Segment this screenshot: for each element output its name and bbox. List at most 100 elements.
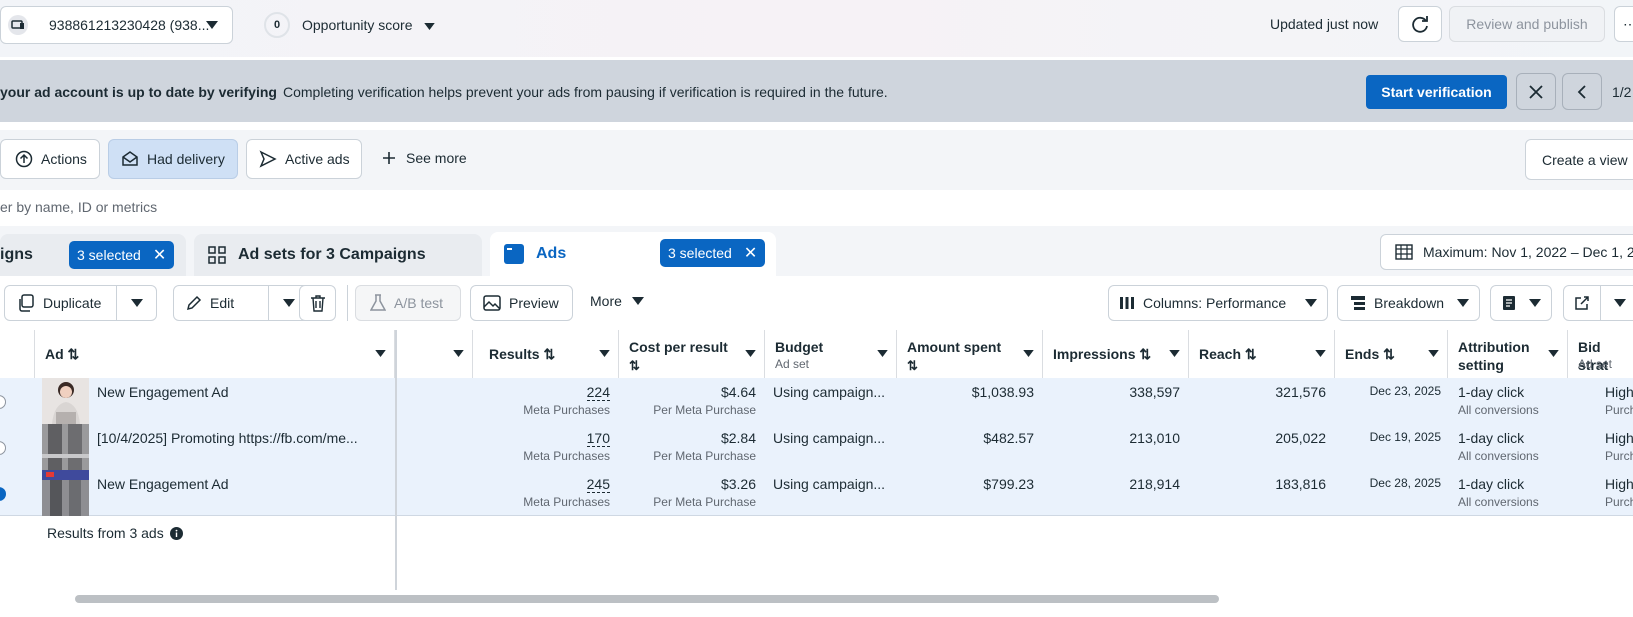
cost-cell: $3.26 Per Meta Purchase bbox=[619, 476, 756, 509]
more-options-button[interactable]: ⋯ bbox=[1614, 6, 1633, 42]
create-view-button[interactable]: Create a view bbox=[1525, 139, 1633, 180]
column-header-budget[interactable]: Budget Ad set bbox=[765, 330, 897, 378]
chevron-down-icon[interactable] bbox=[1315, 350, 1326, 357]
ad-name[interactable]: New Engagement Ad bbox=[97, 384, 229, 400]
tab-campaigns[interactable]: igns 3 selected ✕ bbox=[0, 234, 186, 276]
export-dropdown-button[interactable] bbox=[1600, 285, 1633, 321]
campaigns-selected-chip[interactable]: 3 selected ✕ bbox=[69, 241, 175, 269]
see-more-button[interactable]: See more bbox=[382, 150, 467, 166]
cost-sort-icon[interactable]: ⇅ bbox=[629, 357, 640, 375]
results-footer-label: Results from 3 ads bbox=[47, 525, 164, 541]
column-header-ends[interactable]: Ends ⇅ bbox=[1335, 330, 1448, 378]
duplicate-button[interactable]: Duplicate bbox=[4, 285, 117, 321]
row-select-radio[interactable] bbox=[0, 441, 6, 455]
ad-name[interactable]: [10/4/2025] Promoting https://fb.com/me.… bbox=[97, 430, 358, 446]
column-header-results[interactable]: Results ⇅ bbox=[473, 330, 619, 378]
tab-adsets[interactable]: Ad sets for 3 Campaigns bbox=[194, 234, 482, 276]
export-icon bbox=[1574, 295, 1590, 311]
column-header-ad[interactable]: Ad ⇅ bbox=[35, 330, 395, 378]
close-icon bbox=[1529, 84, 1543, 99]
results-header-label: Results ⇅ bbox=[489, 346, 556, 362]
results-cell: 170 Meta Purchases bbox=[473, 430, 610, 463]
table-row[interactable]: New Engagement Ad 224 Meta Purchases $4.6… bbox=[0, 378, 1633, 424]
chevron-down-icon[interactable] bbox=[877, 350, 888, 357]
chevron-down-icon[interactable] bbox=[1023, 350, 1034, 357]
reports-button[interactable] bbox=[1490, 285, 1552, 321]
column-header-attribution[interactable]: Attribution setting bbox=[1448, 330, 1568, 378]
chevron-down-icon[interactable] bbox=[1548, 350, 1559, 357]
export-button[interactable] bbox=[1563, 285, 1601, 321]
chevron-down-icon[interactable] bbox=[1169, 350, 1180, 357]
chevron-down-icon bbox=[1614, 299, 1626, 307]
send-icon bbox=[259, 150, 277, 168]
chevron-down-icon[interactable] bbox=[1428, 350, 1439, 357]
horizontal-scrollbar[interactable] bbox=[75, 595, 1219, 603]
ads-selected-chip[interactable]: 3 selected ✕ bbox=[660, 239, 766, 267]
results-footer: Results from 3 ads bbox=[47, 525, 183, 541]
bid-header-sub: Ad set bbox=[1578, 357, 1613, 371]
chevron-down-icon bbox=[1529, 299, 1541, 307]
more-actions-button[interactable]: More bbox=[590, 293, 644, 309]
column-header-impressions[interactable]: Impressions ⇅ bbox=[1043, 330, 1189, 378]
search-input[interactable]: er by name, ID or metrics bbox=[0, 199, 157, 215]
table-row[interactable]: [10/4/2025] Promoting https://fb.com/me.… bbox=[0, 424, 1633, 470]
start-verification-button[interactable]: Start verification bbox=[1366, 75, 1507, 109]
refresh-button[interactable] bbox=[1398, 6, 1442, 42]
top-bar bbox=[0, 0, 1633, 57]
results-value[interactable]: 170 bbox=[586, 430, 610, 447]
breakdown-button[interactable]: Breakdown bbox=[1337, 285, 1480, 321]
banner-close-button[interactable] bbox=[1516, 73, 1556, 110]
row-select-radio[interactable] bbox=[0, 395, 6, 409]
info-icon[interactable] bbox=[169, 526, 183, 540]
attribution-header-label-1: Attribution bbox=[1458, 339, 1530, 355]
amount-sort-icon[interactable]: ⇅ bbox=[907, 357, 918, 375]
ab-test-button[interactable]: A/B test bbox=[355, 285, 461, 321]
date-range-label: Maximum: Nov 1, 2022 – Dec 1, 20 bbox=[1423, 244, 1633, 260]
cost-header-label: Cost per result bbox=[629, 339, 728, 355]
column-header-cost-per-result[interactable]: Cost per result ⇅ bbox=[619, 330, 765, 378]
attribution-sub: All conversions bbox=[1458, 495, 1539, 509]
tab-ads[interactable]: Ads 3 selected ✕ bbox=[490, 232, 776, 276]
chevron-down-icon[interactable] bbox=[375, 350, 386, 357]
date-range-picker[interactable]: Maximum: Nov 1, 2022 – Dec 1, 20 bbox=[1380, 234, 1633, 270]
chevron-down-icon[interactable] bbox=[453, 350, 464, 357]
flask-icon bbox=[370, 294, 386, 312]
column-header-reach[interactable]: Reach ⇅ bbox=[1189, 330, 1335, 378]
column-header-hidden[interactable] bbox=[397, 330, 473, 378]
attribution-value: 1-day click bbox=[1458, 476, 1525, 492]
clear-selection-icon[interactable]: ✕ bbox=[744, 243, 757, 263]
chevron-down-icon[interactable] bbox=[745, 350, 756, 357]
column-header-bid-strategy[interactable]: Bid strat Ad set bbox=[1568, 330, 1633, 378]
delete-button[interactable] bbox=[299, 285, 336, 321]
preview-button[interactable]: Preview bbox=[470, 285, 573, 321]
duplicate-dropdown-button[interactable] bbox=[116, 285, 157, 321]
attribution-sub: All conversions bbox=[1458, 449, 1539, 463]
account-selector[interactable]: 938861213230428 (938... bbox=[0, 6, 233, 44]
cost-sub: Per Meta Purchase bbox=[653, 403, 756, 417]
plus-icon bbox=[382, 151, 396, 165]
ad-thumbnail[interactable] bbox=[42, 470, 89, 516]
ad-header-label: Ad ⇅ bbox=[45, 346, 80, 362]
active-ads-filter-button[interactable]: Active ads bbox=[246, 139, 362, 179]
table-row[interactable]: New Engagement Ad 245 Meta Purchases $3.2… bbox=[0, 470, 1633, 516]
actions-filter-button[interactable]: Actions bbox=[0, 139, 100, 179]
ad-thumbnail[interactable] bbox=[42, 378, 89, 424]
column-header-amount-spent[interactable]: Amount spent ⇅ bbox=[897, 330, 1043, 378]
opportunity-score-dropdown[interactable]: Opportunity score bbox=[302, 17, 436, 33]
results-value[interactable]: 245 bbox=[586, 476, 610, 493]
ad-thumbnail[interactable] bbox=[42, 424, 89, 470]
breakdown-icon bbox=[1350, 295, 1366, 311]
ends-value: Dec 23, 2025 bbox=[1369, 384, 1441, 398]
edit-button[interactable]: Edit bbox=[173, 285, 269, 321]
row-select-radio[interactable] bbox=[0, 487, 6, 501]
columns-button[interactable]: Columns: Performance bbox=[1108, 285, 1328, 321]
banner-prev-button[interactable] bbox=[1562, 73, 1602, 110]
review-publish-button[interactable]: Review and publish bbox=[1449, 6, 1605, 42]
clear-selection-icon[interactable]: ✕ bbox=[153, 245, 166, 265]
ad-name[interactable]: New Engagement Ad bbox=[97, 476, 229, 492]
chevron-down-icon[interactable] bbox=[599, 350, 610, 357]
results-value[interactable]: 224 bbox=[586, 384, 610, 401]
chevron-down-icon bbox=[1305, 299, 1317, 307]
impressions-value: 213,010 bbox=[1129, 430, 1180, 446]
had-delivery-filter-button[interactable]: Had delivery bbox=[108, 139, 238, 179]
